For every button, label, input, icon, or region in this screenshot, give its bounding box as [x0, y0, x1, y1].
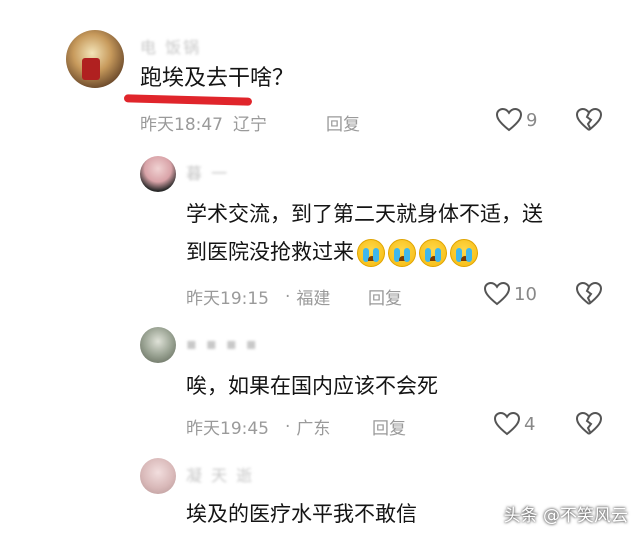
- like-button[interactable]: 4: [494, 412, 535, 436]
- heart-icon: [494, 412, 520, 436]
- author-name[interactable]: 凝 天 逝: [186, 462, 254, 486]
- dislike-button[interactable]: [575, 281, 603, 310]
- avatar[interactable]: [66, 30, 124, 88]
- comment-text-line2: 到医院没抢救过来: [186, 240, 354, 264]
- dislike-button[interactable]: [575, 411, 603, 440]
- like-button[interactable]: 10: [484, 282, 537, 306]
- like-count: 4: [524, 413, 536, 435]
- comment-meta: 昨天19:15 · 福建: [186, 284, 331, 310]
- like-count: 10: [514, 283, 537, 305]
- comment-time: 昨天19:15: [186, 289, 269, 309]
- crying-face-icon: [450, 239, 478, 267]
- comment-text: 唉，如果在国内应该不会死: [186, 374, 438, 398]
- crying-face-icon: [357, 239, 385, 267]
- comment-location: 广东: [296, 419, 331, 439]
- reply-label: 回复: [368, 289, 402, 309]
- avatar[interactable]: [140, 156, 176, 192]
- comment-text-line1: 学术交流，到了第二天就身体不适，送: [186, 202, 543, 226]
- reply-button[interactable]: 回复: [326, 110, 360, 135]
- author-name[interactable]: 暮 一: [186, 160, 229, 184]
- author-name[interactable]: 电 饭锅: [140, 34, 201, 58]
- comment-meta: 昨天18:47 辽宁: [140, 110, 267, 135]
- broken-heart-icon: [575, 411, 603, 435]
- dislike-button[interactable]: [575, 107, 603, 136]
- comment-location: 辽宁: [233, 115, 267, 135]
- highlight-underline: [123, 94, 253, 106]
- watermark: 头条 @不笑风云: [503, 506, 628, 526]
- like-count: 9: [526, 109, 538, 131]
- reply-label: 回复: [372, 419, 406, 439]
- reply-button[interactable]: 回复: [372, 414, 406, 439]
- comment-location: 福建: [296, 289, 331, 309]
- avatar[interactable]: [140, 327, 176, 363]
- reply-label: 回复: [326, 115, 360, 135]
- reply-button[interactable]: 回复: [368, 284, 402, 309]
- heart-icon: [484, 282, 510, 306]
- comment-text-line2-wrap: 到医院没抢救过来: [186, 236, 478, 268]
- crying-face-icon: [388, 239, 416, 267]
- comment-text: 埃及的医疗水平我不敢信: [186, 502, 417, 526]
- like-button[interactable]: 9: [496, 108, 537, 132]
- author-name[interactable]: ▪ ▪ ▪ ▪: [186, 334, 259, 353]
- broken-heart-icon: [575, 281, 603, 305]
- heart-icon: [496, 108, 522, 132]
- comment-text: 跑埃及去干啥？: [140, 66, 295, 91]
- comment-meta: 昨天19:45 · 广东: [186, 414, 331, 440]
- crying-face-icon: [419, 239, 447, 267]
- comment-time: 昨天19:45: [186, 419, 269, 439]
- avatar[interactable]: [140, 458, 176, 494]
- comment-time: 昨天18:47: [140, 115, 223, 135]
- broken-heart-icon: [575, 107, 603, 131]
